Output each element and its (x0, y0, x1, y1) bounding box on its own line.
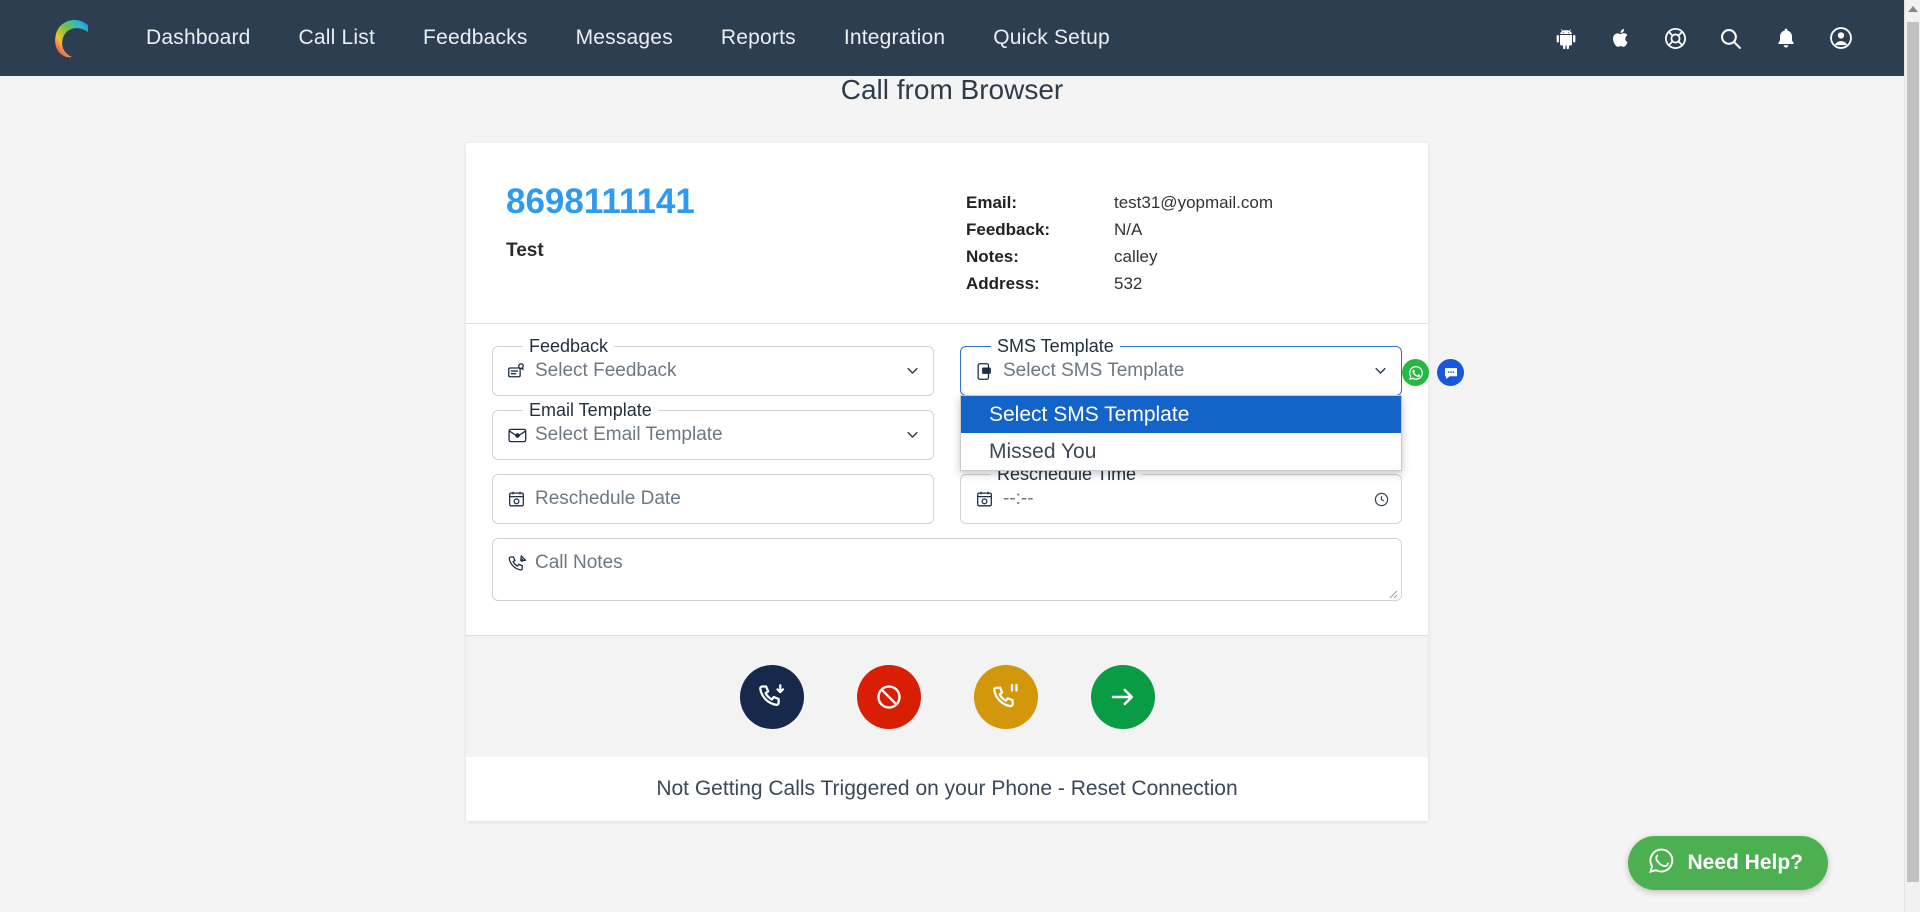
scrollbar-thumb[interactable] (1907, 22, 1919, 882)
chevron-down-icon (905, 427, 921, 443)
contact-details: Email: test31@yopmail.com Feedback: N/A … (966, 183, 1388, 297)
feedback-field-wrap: Feedback Select Feedback (492, 336, 934, 396)
page-scrollbar[interactable] (1904, 0, 1920, 912)
reschedule-date-input[interactable]: Reschedule Date (492, 474, 934, 524)
contact-name: Test (506, 239, 544, 261)
need-help-label: Need Help? (1687, 851, 1803, 874)
sms-device-icon (975, 360, 997, 382)
next-call-button[interactable] (1090, 664, 1155, 729)
end-call-button[interactable] (856, 664, 921, 729)
app-page: Dashboard Call List Feedbacks Messages R… (0, 0, 1920, 912)
contact-header: 8698111141 Test Email: test31@yopmail.co… (466, 143, 1428, 324)
email-template-field-wrap: Email Template Select Email Template (492, 400, 934, 460)
email-template-icon (507, 424, 529, 446)
nav-item-reports[interactable]: Reports (697, 18, 820, 58)
whatsapp-send-button[interactable] (1402, 359, 1429, 386)
scroll-up-arrow-icon[interactable] (1905, 0, 1920, 17)
form-row-4: Call Notes (492, 538, 1402, 601)
email-template-select[interactable]: Email Template Select Email Template (492, 400, 934, 460)
feedback-value: Select Feedback (535, 360, 677, 381)
call-notes-wrap: Call Notes (492, 538, 1402, 601)
detail-label-address: Address: (966, 274, 1040, 293)
notification-bell-icon[interactable] (1772, 25, 1799, 52)
email-template-legend: Email Template (523, 400, 658, 421)
top-navbar: Dashboard Call List Feedbacks Messages R… (0, 0, 1904, 76)
apple-icon[interactable] (1607, 25, 1634, 52)
detail-label-notes: Notes: (966, 247, 1019, 266)
sms-send-button[interactable] (1437, 359, 1464, 386)
detail-value-feedback: N/A (1114, 220, 1143, 239)
sms-template-field-wrap: SMS Template Select SMS Template Select … (960, 336, 1464, 471)
android-icon[interactable] (1552, 25, 1579, 52)
detail-row-address: Address: 532 (966, 270, 1388, 297)
detail-row-email: Email: test31@yopmail.com (966, 189, 1388, 216)
call-action-bar (466, 635, 1428, 757)
detail-value-email: test31@yopmail.com (1114, 193, 1273, 212)
clock-icon[interactable] (1373, 491, 1389, 507)
contact-phone-number: 8698111141 (506, 182, 695, 221)
detail-value-notes: calley (1114, 247, 1158, 266)
calley-logo-icon[interactable] (48, 14, 96, 62)
sms-template-value: Select SMS Template (1003, 360, 1185, 381)
message-send-buttons (1402, 359, 1464, 386)
nav-item-messages[interactable]: Messages (552, 18, 697, 58)
call-notes-value: Call Notes (535, 552, 623, 573)
call-notes-textarea[interactable]: Call Notes (492, 538, 1402, 601)
resize-handle-icon[interactable] (1386, 586, 1398, 599)
user-account-icon[interactable] (1827, 25, 1854, 52)
reschedule-time-value: --:-- (1003, 488, 1034, 509)
reset-connection-link[interactable]: Not Getting Calls Triggered on your Phon… (656, 777, 1237, 801)
call-card: 8698111141 Test Email: test31@yopmail.co… (466, 143, 1464, 821)
sms-template-dropdown[interactable]: Select SMS Template Missed You (960, 395, 1402, 471)
card-footer: Not Getting Calls Triggered on your Phon… (466, 757, 1428, 821)
sms-template-select[interactable]: SMS Template Select SMS Template (960, 336, 1402, 396)
feedback-icon (507, 360, 529, 382)
detail-row-notes: Notes: calley (966, 243, 1388, 270)
page-title: Call from Browser (840, 74, 1064, 105)
nav-item-integration[interactable]: Integration (820, 18, 969, 58)
nav-item-quick-setup[interactable]: Quick Setup (969, 18, 1134, 58)
calendar-icon (507, 488, 529, 510)
form-row-1: Feedback Select Feedback SMS Template Se… (492, 336, 1464, 471)
need-help-whatsapp-button[interactable]: Need Help? (1628, 836, 1828, 890)
chevron-down-icon (1373, 363, 1389, 379)
sms-template-option-0[interactable]: Select SMS Template (961, 396, 1401, 433)
whatsapp-icon (1647, 846, 1676, 880)
detail-row-feedback: Feedback: N/A (966, 216, 1388, 243)
reschedule-time-wrap: Reschedule Time --:-- (960, 464, 1402, 524)
search-icon[interactable] (1717, 25, 1744, 52)
support-lifebuoy-icon[interactable] (1662, 25, 1689, 52)
chevron-down-icon (905, 363, 921, 379)
feedback-select[interactable]: Feedback Select Feedback (492, 336, 934, 396)
sms-template-legend: SMS Template (991, 336, 1120, 357)
nav-item-dashboard[interactable]: Dashboard (122, 18, 275, 58)
navbar-icons (1552, 25, 1876, 52)
contact-identity: 8698111141 Test (506, 182, 966, 297)
detail-label-email: Email: (966, 193, 1018, 212)
call-form: Feedback Select Feedback SMS Template Se… (466, 324, 1464, 635)
feedback-legend: Feedback (523, 336, 615, 357)
sms-template-option-1[interactable]: Missed You (961, 433, 1401, 470)
call-notes-icon (507, 553, 529, 575)
nav-item-call-list[interactable]: Call List (275, 18, 400, 58)
reschedule-date-value: Reschedule Date (535, 488, 681, 509)
form-row-3: Reschedule Date Reschedule Time --:-- (492, 464, 1402, 524)
reschedule-date-wrap: Reschedule Date (492, 474, 934, 524)
nav-item-feedbacks[interactable]: Feedbacks (399, 18, 552, 58)
reschedule-time-input[interactable]: Reschedule Time --:-- (960, 464, 1402, 524)
hold-call-button[interactable] (973, 664, 1038, 729)
call-incoming-button[interactable] (739, 664, 804, 729)
detail-value-address: 532 (1114, 274, 1143, 293)
email-template-value: Select Email Template (535, 424, 723, 445)
nav-links: Dashboard Call List Feedbacks Messages R… (122, 18, 1134, 58)
detail-label-feedback: Feedback: (966, 220, 1051, 239)
calendar-icon (975, 488, 997, 510)
